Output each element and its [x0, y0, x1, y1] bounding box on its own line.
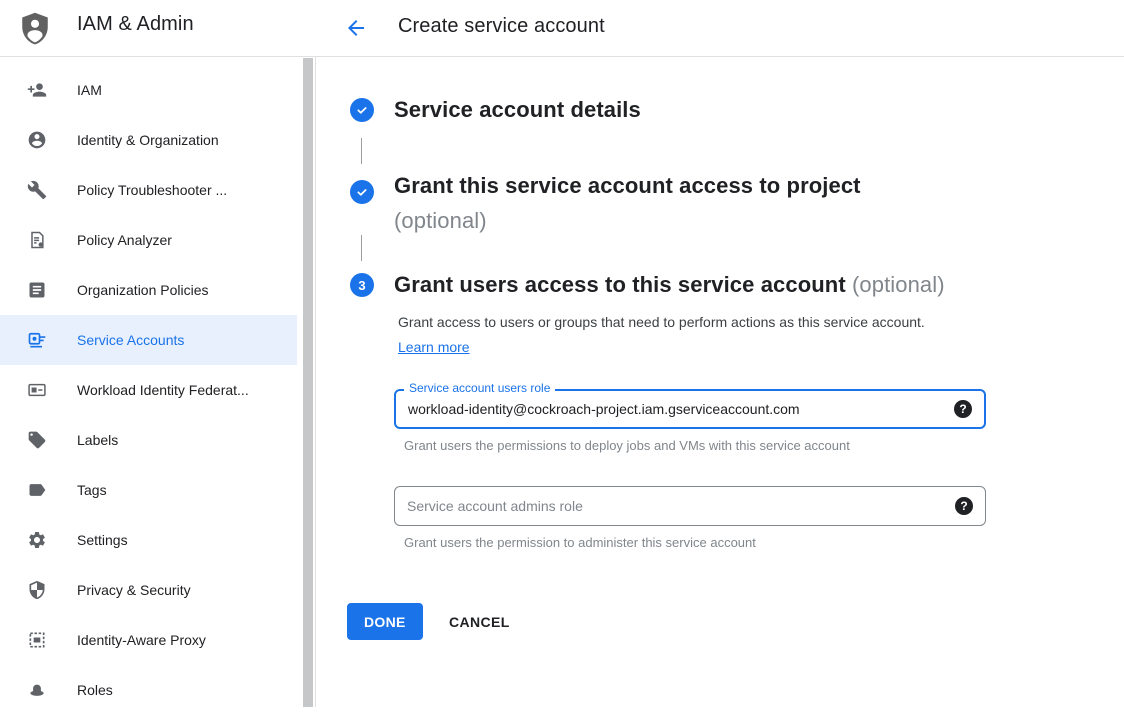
step3-heading[interactable]: Grant users access to this service accou…	[394, 272, 945, 298]
sidebar-item-identity-aware-proxy[interactable]: Identity-Aware Proxy	[0, 615, 297, 665]
help-icon[interactable]: ?	[955, 497, 973, 515]
sidebar-item-label: Workload Identity Federat...	[77, 382, 249, 398]
step3-optional-label: (optional)	[852, 272, 945, 297]
step3-number-badge: 3	[350, 273, 374, 297]
step-connector	[361, 235, 362, 261]
sidebar-item-label: Labels	[77, 432, 118, 448]
sidebar-title: IAM & Admin	[77, 13, 194, 36]
sidebar: IAM & Admin IAM Identity & Organization …	[0, 0, 316, 707]
org-policies-icon	[27, 280, 47, 300]
sidebar-header: IAM & Admin	[0, 0, 316, 57]
back-button[interactable]	[340, 12, 372, 44]
sidebar-item-policy-troubleshooter[interactable]: Policy Troubleshooter ...	[0, 165, 297, 215]
shield-icon	[27, 580, 47, 600]
gear-icon	[27, 530, 47, 550]
arrow-back-icon	[344, 16, 368, 40]
service-accounts-icon	[27, 330, 47, 350]
sidebar-item-identity-organization[interactable]: Identity & Organization	[0, 115, 297, 165]
step2-check-icon	[350, 180, 374, 204]
sidebar-item-privacy-security[interactable]: Privacy & Security	[0, 565, 297, 615]
step3-number: 3	[358, 278, 365, 293]
person-add-icon	[27, 80, 47, 100]
sidebar-item-label: Service Accounts	[77, 332, 184, 348]
sidebar-nav: IAM Identity & Organization Policy Troub…	[0, 58, 316, 715]
proxy-icon	[27, 630, 47, 650]
step-connector	[361, 138, 362, 164]
roles-hat-icon	[27, 680, 47, 700]
sidebar-item-label: Policy Analyzer	[77, 232, 172, 248]
tag-arrow-icon	[27, 480, 47, 500]
policy-analyzer-icon	[27, 230, 47, 250]
step1-heading[interactable]: Service account details	[394, 97, 641, 123]
sidebar-item-policy-analyzer[interactable]: Policy Analyzer	[0, 215, 297, 265]
cancel-button[interactable]: CANCEL	[433, 603, 526, 640]
shield-person-icon	[17, 10, 53, 46]
step3-title: Grant users access to this service accou…	[394, 272, 846, 297]
sidebar-item-label: Organization Policies	[77, 282, 209, 298]
create-service-account-form: Service account details Grant this servi…	[316, 58, 1124, 707]
label-tag-icon	[27, 430, 47, 450]
users-role-input[interactable]	[396, 391, 984, 427]
sidebar-item-label: Privacy & Security	[77, 582, 191, 598]
learn-more-link[interactable]: Learn more	[398, 339, 470, 355]
main-header: Create service account	[316, 0, 1124, 57]
page-title: Create service account	[398, 15, 605, 38]
sidebar-item-label: Roles	[77, 682, 113, 698]
sidebar-item-tags[interactable]: Tags	[0, 465, 297, 515]
users-role-field: Service account users role ?	[394, 389, 986, 429]
sidebar-item-iam[interactable]: IAM	[0, 65, 297, 115]
admins-role-input[interactable]	[395, 487, 985, 525]
step1-check-icon	[350, 98, 374, 122]
step2-optional-label: (optional)	[394, 203, 861, 238]
sidebar-item-label: Policy Troubleshooter ...	[77, 182, 227, 198]
sidebar-item-label: Settings	[77, 532, 128, 548]
sidebar-item-label: Identity & Organization	[77, 132, 219, 148]
sidebar-item-label: IAM	[77, 82, 102, 98]
sidebar-item-label: Identity-Aware Proxy	[77, 632, 206, 648]
sidebar-item-settings[interactable]: Settings	[0, 515, 297, 565]
step3-description: Grant access to users or groups that nee…	[398, 310, 954, 360]
identity-person-icon	[27, 130, 47, 150]
done-button[interactable]: DONE	[347, 603, 423, 640]
admins-role-field: ?	[394, 486, 986, 526]
iam-admin-app: IAM & Admin IAM Identity & Organization …	[0, 0, 1124, 707]
admins-role-helper-text: Grant users the permission to administer…	[404, 535, 756, 550]
sidebar-item-organization-policies[interactable]: Organization Policies	[0, 265, 297, 315]
step2-title: Grant this service account access to pro…	[394, 173, 861, 198]
sidebar-item-labels[interactable]: Labels	[0, 415, 297, 465]
sidebar-item-workload-identity-federation[interactable]: Workload Identity Federat...	[0, 365, 297, 415]
users-role-helper-text: Grant users the permissions to deploy jo…	[404, 438, 850, 453]
step2-heading[interactable]: Grant this service account access to pro…	[394, 168, 861, 238]
sidebar-item-roles[interactable]: Roles	[0, 665, 297, 715]
help-icon[interactable]: ?	[954, 400, 972, 418]
workload-identity-icon	[27, 380, 47, 400]
wrench-icon	[27, 180, 47, 200]
sidebar-item-label: Tags	[77, 482, 107, 498]
sidebar-item-service-accounts[interactable]: Service Accounts	[0, 315, 297, 365]
sidebar-scrollbar[interactable]	[303, 58, 313, 707]
